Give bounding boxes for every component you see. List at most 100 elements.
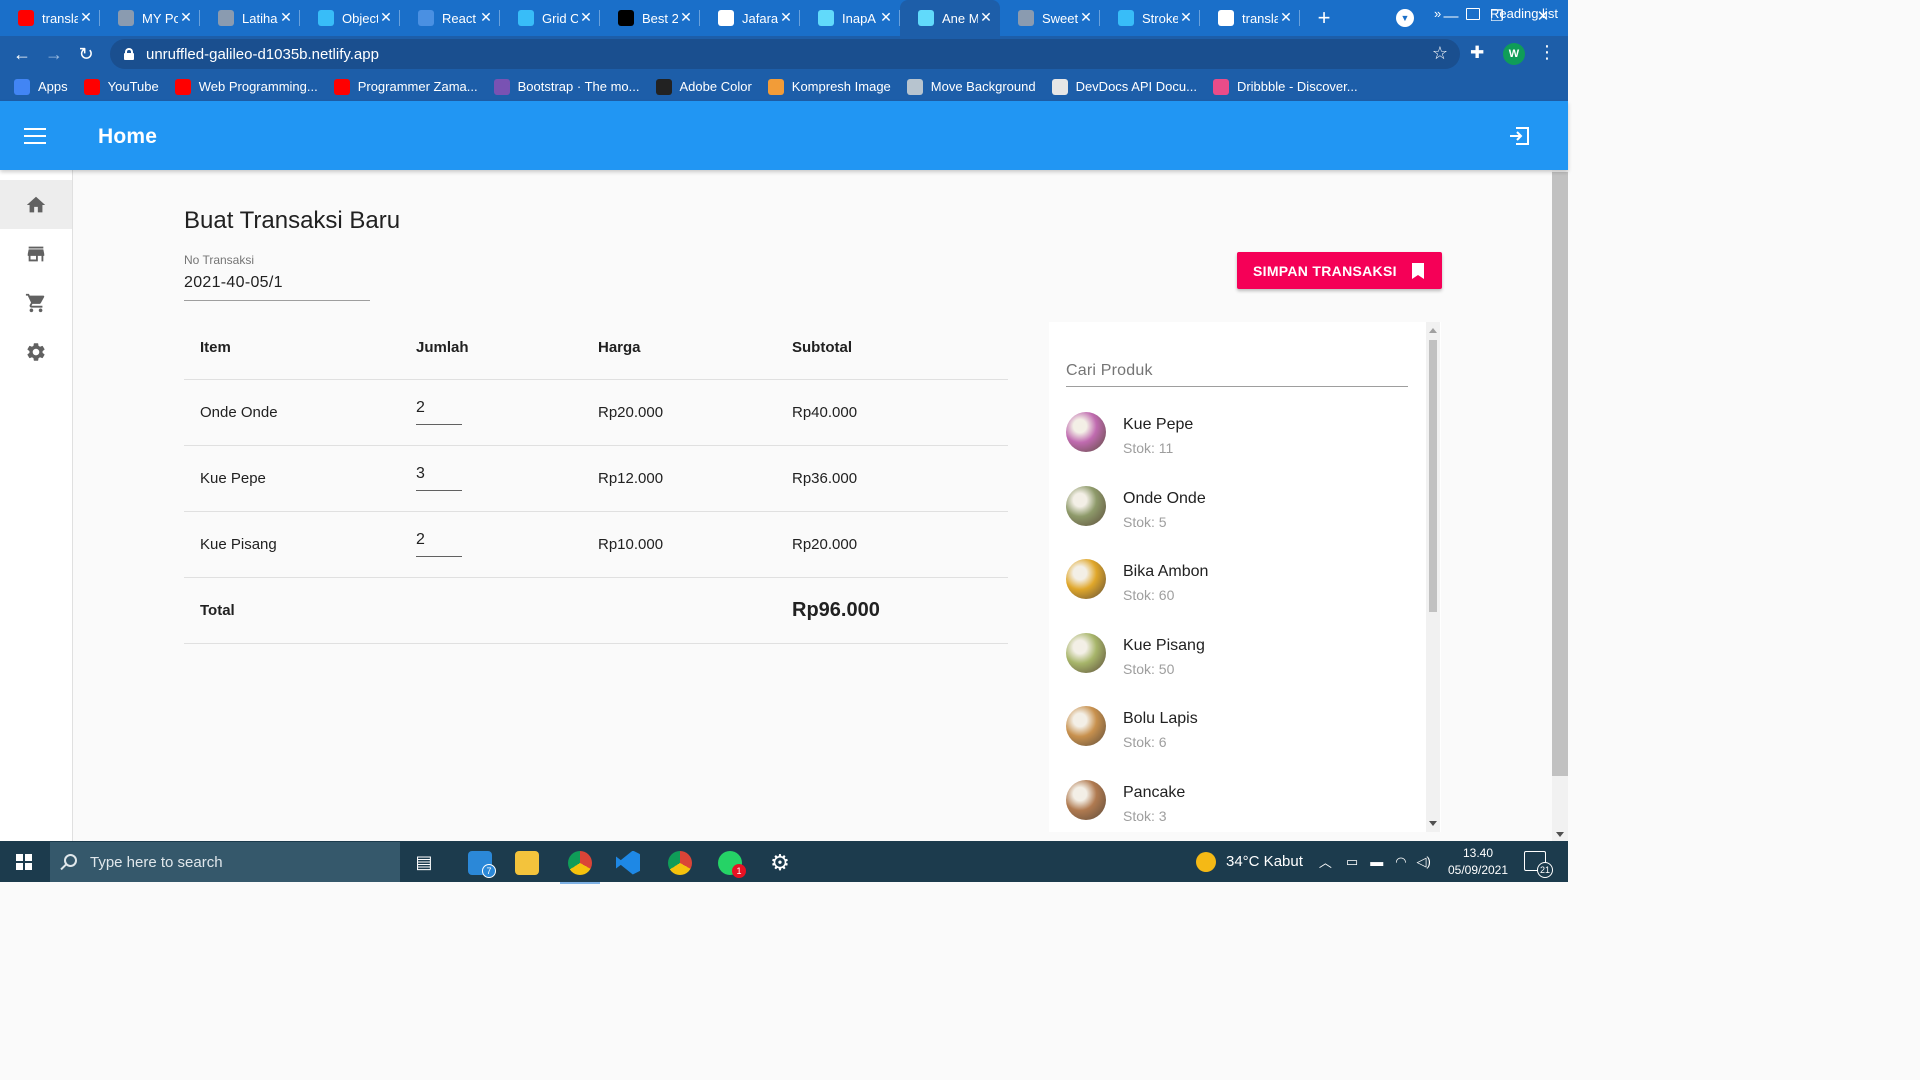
scrollbar-thumb[interactable]	[1429, 340, 1437, 612]
page-scrollbar-thumb[interactable]	[1552, 172, 1568, 776]
bookmark-item[interactable]: DevDocs API Docu...	[1051, 78, 1197, 95]
windows-start-button[interactable]	[0, 841, 48, 882]
bookmark-star-icon[interactable]: ☆	[1432, 43, 1448, 64]
product-item[interactable]: Bolu Lapis Stok: 6	[1066, 702, 1408, 776]
browser-tab[interactable]: Ane M ✕	[900, 0, 1000, 36]
no-transaksi-field[interactable]: 2021-40-05/1	[184, 274, 370, 301]
nav-item-store[interactable]	[0, 229, 72, 278]
product-name: Kue Pisang	[1123, 636, 1205, 654]
product-stock: Stok: 5	[1123, 513, 1167, 530]
bookmark-item[interactable]: Bootstrap · The mo...	[493, 78, 640, 95]
total-row: Total Rp96.000	[184, 577, 1008, 644]
new-tab-icon[interactable]: +	[1306, 0, 1342, 36]
chrome-icon[interactable]	[556, 845, 604, 884]
product-list-scrollbar[interactable]	[1426, 322, 1440, 832]
mail-app-icon[interactable]: 7	[456, 845, 504, 880]
browser-tab[interactable]: React ✕	[400, 0, 500, 36]
scroll-up-icon[interactable]	[1429, 328, 1437, 333]
weather-text[interactable]: 34°C Kabut	[1226, 853, 1303, 870]
bookmark-item[interactable]: Dribbble - Discover...	[1212, 78, 1358, 95]
extensions-icon[interactable]: ✚	[1470, 43, 1484, 63]
save-transaction-button[interactable]: SIMPAN TRANSAKSI	[1237, 252, 1442, 289]
product-item[interactable]: Kue Pepe Stok: 11	[1066, 408, 1408, 482]
product-item[interactable]: Bika Ambon Stok: 60	[1066, 555, 1408, 629]
browser-tab[interactable]: Latiha ✕	[200, 0, 300, 36]
product-search-input[interactable]: Cari Produk	[1066, 357, 1408, 387]
page-scroll-down-icon[interactable]	[1556, 832, 1564, 837]
close-tab-icon[interactable]: ✕	[278, 9, 294, 26]
address-url: unruffled-galileo-d1035b.netlify.app	[146, 45, 379, 63]
browser-tab[interactable]: Grid C ✕	[500, 0, 600, 36]
bookmark-item[interactable]: YouTube	[83, 78, 159, 95]
back-icon[interactable]: ←	[6, 38, 38, 70]
quantity-input[interactable]: 3	[416, 465, 462, 491]
quantity-input[interactable]: 2	[416, 531, 462, 557]
file-explorer-icon[interactable]	[503, 845, 551, 880]
close-tab-icon[interactable]: ✕	[578, 9, 594, 26]
browser-tab[interactable]: InapA ✕	[800, 0, 900, 36]
close-tab-icon[interactable]: ✕	[78, 9, 94, 26]
browser-tab[interactable]: Stroke ✕	[1100, 0, 1200, 36]
close-tab-icon[interactable]: ✕	[178, 9, 194, 26]
browser-tab[interactable]: Sweet ✕	[1000, 0, 1100, 36]
close-tab-icon[interactable]: ✕	[678, 9, 694, 26]
browser-tab[interactable]: transla ✕	[0, 0, 100, 36]
browser-menu-icon[interactable]: ⋮	[1538, 42, 1556, 63]
reading-list-button[interactable]: Reading list	[1466, 6, 1558, 21]
profile-avatar[interactable]: W	[1503, 43, 1525, 65]
close-tab-icon[interactable]: ✕	[1178, 9, 1194, 26]
taskbar-search-box[interactable]: Type here to search	[50, 842, 400, 882]
product-item[interactable]: Pancake Stok: 3	[1066, 776, 1408, 842]
product-item[interactable]: Kue Pisang Stok: 50	[1066, 629, 1408, 703]
close-tab-icon[interactable]: ✕	[378, 9, 394, 26]
bookmark-item[interactable]: Programmer Zama...	[333, 78, 478, 95]
vscode-icon[interactable]	[604, 845, 652, 880]
close-tab-icon[interactable]: ✕	[478, 9, 494, 26]
product-item[interactable]: Onde Onde Stok: 5	[1066, 482, 1408, 556]
gear-icon	[27, 342, 45, 361]
close-tab-icon[interactable]: ✕	[878, 9, 894, 26]
address-bar[interactable]: unruffled-galileo-d1035b.netlify.app ☆	[110, 39, 1460, 69]
bookmark-item[interactable]: Apps	[14, 78, 68, 95]
close-tab-icon[interactable]: ✕	[1278, 9, 1294, 26]
quantity-input[interactable]: 2	[416, 399, 462, 425]
mail-badge: 7	[482, 864, 496, 878]
total-value: Rp96.000	[776, 577, 1008, 644]
item-price: Rp20.000	[582, 379, 776, 446]
product-stock: Stok: 50	[1123, 660, 1175, 677]
bookmark-item[interactable]: Kompresh Image	[767, 78, 891, 95]
battery-icon[interactable]: ▬	[1370, 854, 1383, 869]
bookmark-item[interactable]: Move Background	[906, 78, 1036, 95]
notification-center-icon[interactable]: 21	[1524, 851, 1553, 878]
close-tab-icon[interactable]: ✕	[778, 9, 794, 26]
nav-item-home[interactable]	[0, 180, 72, 229]
page-scrollbar[interactable]	[1552, 170, 1568, 841]
browser-tab[interactable]: Object ✕	[300, 0, 400, 36]
menu-icon[interactable]	[24, 128, 46, 144]
bookmarks-overflow-icon[interactable]: »	[1434, 6, 1441, 21]
chrome-profile-icon[interactable]	[656, 845, 704, 880]
close-tab-icon[interactable]: ✕	[978, 9, 994, 26]
whatsapp-icon[interactable]: 1	[706, 845, 754, 880]
settings-app-icon[interactable]: ⚙	[756, 845, 804, 880]
browser-tab[interactable]: MY Po ✕	[100, 0, 200, 36]
close-tab-icon[interactable]: ✕	[1078, 9, 1094, 26]
nav-item-settings[interactable]	[0, 327, 72, 376]
meet-now-icon[interactable]: ▭	[1346, 854, 1358, 870]
volume-icon[interactable]: ◁)	[1417, 854, 1431, 870]
nav-item-cart[interactable]	[0, 278, 72, 327]
tab-search-icon[interactable]: ▼	[1396, 9, 1414, 27]
bookmark-item[interactable]: Web Programming...	[174, 78, 318, 95]
browser-tab[interactable]: Best 2 ✕	[600, 0, 700, 36]
scroll-down-icon[interactable]	[1429, 821, 1437, 826]
wifi-icon[interactable]: ◠	[1395, 854, 1406, 870]
bookmark-item[interactable]: Adobe Color	[655, 78, 752, 95]
task-view-icon[interactable]: ▤	[400, 845, 448, 880]
forward-icon[interactable]: →	[38, 38, 70, 70]
browser-tab[interactable]: Jafara ✕	[700, 0, 800, 36]
browser-tab[interactable]: transla ✕	[1200, 0, 1300, 36]
clock[interactable]: 13.40 05/09/2021	[1440, 845, 1516, 879]
reload-icon[interactable]: ↻	[70, 38, 102, 70]
logout-icon[interactable]	[1508, 127, 1530, 145]
tray-overflow-icon[interactable]: ︿	[1319, 852, 1332, 871]
